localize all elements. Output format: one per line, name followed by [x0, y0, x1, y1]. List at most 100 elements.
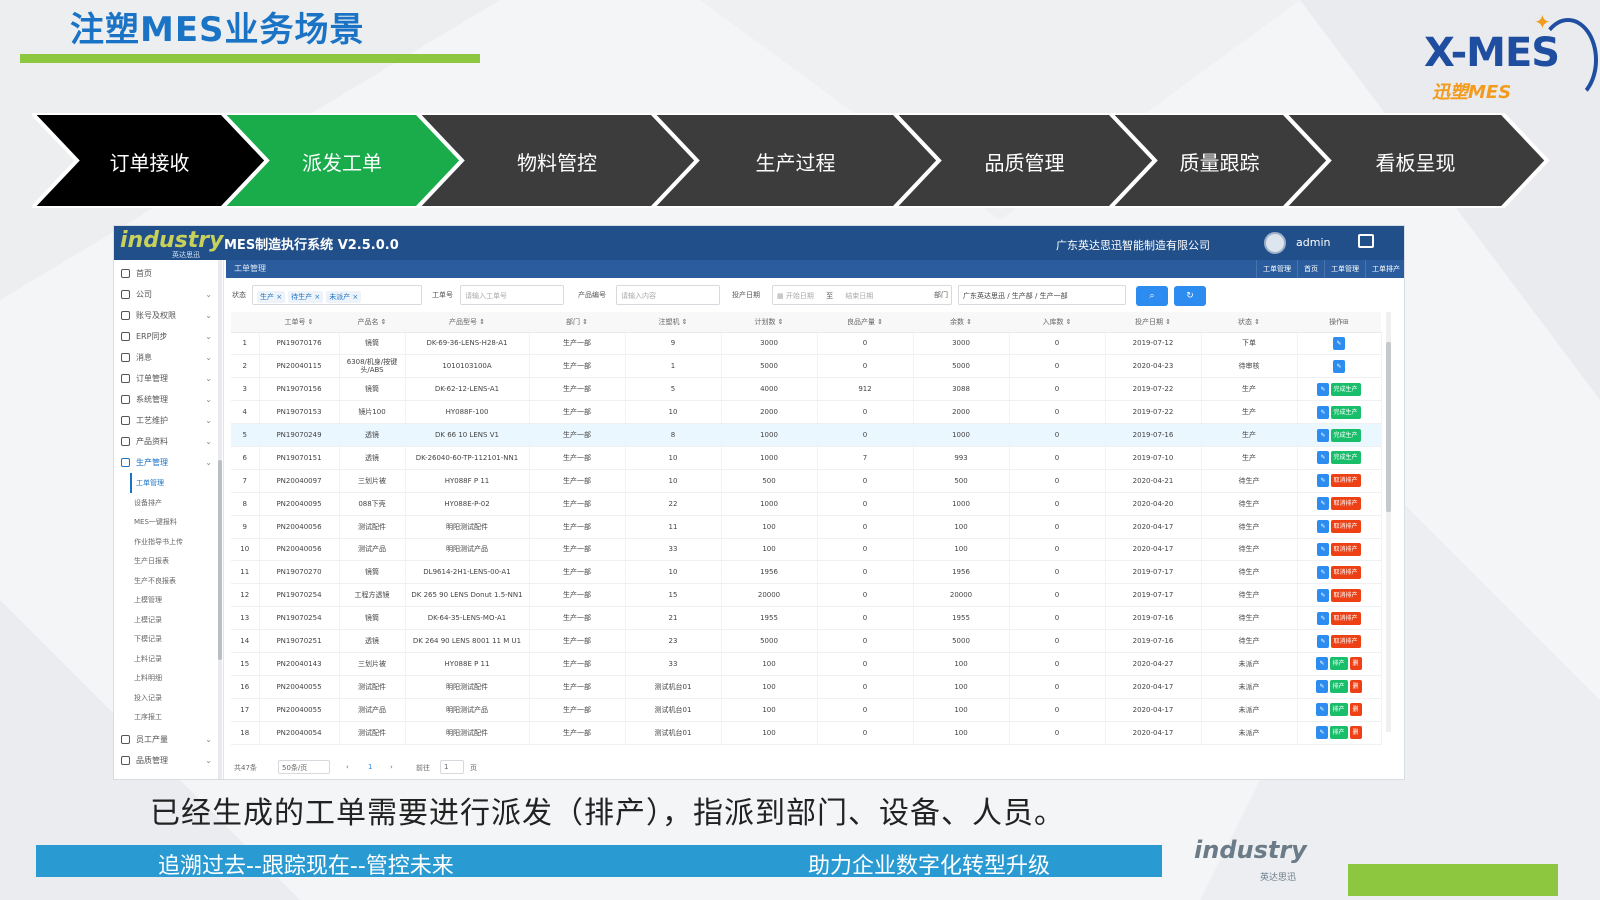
- column-header[interactable]: 产品名 ⇕: [339, 312, 405, 333]
- sidebar-item[interactable]: 生产管理 ⌄: [114, 452, 218, 473]
- sidebar-item[interactable]: 消息 ⌄: [114, 347, 218, 368]
- sidebar-item[interactable]: ERP同步 ⌄: [114, 326, 218, 347]
- action-button[interactable]: 取消排产: [1330, 611, 1361, 625]
- action-button[interactable]: 排产: [1329, 703, 1348, 717]
- column-header[interactable]: 注塑机 ⇕: [625, 312, 721, 333]
- action-button[interactable]: 完成生产: [1330, 382, 1361, 396]
- table-row[interactable]: 3 PN19070156 镜筒 DK-62-12-LENS-A1 生产一部 5 4000 91…: [231, 377, 1382, 402]
- table-row[interactable]: 7 PN20040097 三划片被 HY088F P 11 生产一部 10 500 0 500 0…: [231, 469, 1382, 493]
- sidebar-subitem[interactable]: 设备排产: [130, 493, 218, 513]
- sidebar-subitem[interactable]: 生产日报表: [130, 551, 218, 571]
- column-header[interactable]: 余数 ⇕: [913, 312, 1009, 333]
- edit-icon[interactable]: ✎: [1317, 520, 1329, 534]
- status-chip[interactable]: 生产 ×: [257, 291, 286, 303]
- column-header[interactable]: 操作⊞: [1297, 312, 1381, 333]
- work-order-link[interactable]: PN19070176: [259, 332, 340, 356]
- action-button[interactable]: 取消排产: [1330, 474, 1361, 488]
- action-button[interactable]: 取消排产: [1330, 542, 1361, 556]
- sidebar-subitem[interactable]: 工序报工: [130, 707, 218, 727]
- work-order-link[interactable]: PN20040143: [259, 652, 340, 676]
- work-order-link[interactable]: PN19070153: [259, 400, 340, 425]
- action-button[interactable]: 排产: [1329, 726, 1348, 740]
- table-scrollbar[interactable]: [1386, 312, 1391, 732]
- column-header[interactable]: 入库数 ⇕: [1009, 312, 1105, 333]
- status-chip[interactable]: 未派产 ×: [326, 291, 362, 303]
- machine-link[interactable]: 33: [625, 652, 722, 676]
- machine-link[interactable]: 测试机台01: [625, 675, 722, 699]
- work-order-link[interactable]: PN19070254: [259, 606, 340, 631]
- sidebar-item[interactable]: 首页: [114, 263, 218, 284]
- machine-link[interactable]: 21: [625, 606, 722, 631]
- edit-icon[interactable]: ✎: [1317, 611, 1329, 625]
- machine-link[interactable]: 22: [625, 492, 722, 516]
- machine-link[interactable]: 测试机台01: [625, 698, 722, 722]
- edit-icon[interactable]: ✎: [1317, 634, 1329, 648]
- action-button[interactable]: 删: [1349, 657, 1362, 671]
- avatar[interactable]: [1264, 232, 1286, 254]
- edit-icon[interactable]: ✎: [1317, 497, 1329, 511]
- sidebar-subitem[interactable]: 上料明细: [130, 668, 218, 688]
- sidebar-item[interactable]: 工艺维护 ⌄: [114, 410, 218, 431]
- sidebar-subitem[interactable]: MES一键报料: [130, 512, 218, 532]
- edit-icon[interactable]: ✎: [1316, 703, 1328, 717]
- sidebar-item[interactable]: 员工产量 ⌄: [114, 729, 218, 750]
- sidebar-subitem[interactable]: 上模管理: [130, 590, 218, 610]
- edit-icon[interactable]: ✎: [1333, 336, 1345, 350]
- machine-link[interactable]: 10: [625, 400, 722, 425]
- action-button[interactable]: 取消排产: [1330, 565, 1361, 579]
- search-button[interactable]: ⌕: [1136, 286, 1168, 306]
- table-row[interactable]: 13 PN19070254 镜筒 DK-64-35-LENS-MO-A1 生产一部 21 1…: [231, 606, 1382, 631]
- work-order-link[interactable]: PN20040056: [259, 538, 340, 562]
- page-size-select[interactable]: 50条/页: [278, 760, 330, 774]
- table-row[interactable]: 10 PN20040056 测试产品 明阳测试产品 生产一部 33 100 0 100 0 2020…: [231, 538, 1382, 562]
- sidebar-subitem[interactable]: 上料记录: [130, 649, 218, 669]
- page-number[interactable]: 1: [368, 763, 372, 771]
- machine-link[interactable]: 15: [625, 583, 722, 608]
- table-row[interactable]: 16 PN20040055 测试配件 明阳测试配件 生产一部 测试机台01 100 0 100 0…: [231, 675, 1382, 699]
- edit-icon[interactable]: ✎: [1333, 359, 1345, 373]
- action-button[interactable]: 删: [1349, 703, 1362, 717]
- machine-link[interactable]: 5: [625, 377, 722, 402]
- machine-link[interactable]: 10: [625, 446, 722, 470]
- sidebar-item[interactable]: 公司 ⌄: [114, 284, 218, 305]
- table-row[interactable]: 6 PN19070151 透镜 DK-26040-60-TP-112101-NN1 生产…: [231, 446, 1382, 470]
- wo-input[interactable]: 请输入工单号: [460, 285, 564, 305]
- table-row[interactable]: 9 PN20040056 测试配件 明阳测试配件 生产一部 11 100 0 100 0 2020-…: [231, 515, 1382, 539]
- edit-icon[interactable]: ✎: [1317, 451, 1329, 465]
- work-order-link[interactable]: PN20040055: [259, 675, 340, 699]
- work-order-link[interactable]: PN20040055: [259, 698, 340, 722]
- machine-link[interactable]: 33: [625, 538, 722, 562]
- action-button[interactable]: 取消排产: [1330, 497, 1361, 511]
- sidebar-subitem[interactable]: 生产不良报表: [130, 571, 218, 591]
- sidebar-subitem[interactable]: 上模记录: [130, 610, 218, 630]
- username[interactable]: admin: [1296, 236, 1330, 249]
- table-row[interactable]: 14 PN19070251 透镜 DK 264 90 LENS 8001 11 M U…: [231, 629, 1382, 653]
- action-button[interactable]: 排产: [1329, 657, 1348, 671]
- work-order-link[interactable]: PN20040056: [259, 515, 340, 539]
- machine-link[interactable]: 11: [625, 515, 722, 539]
- column-header[interactable]: 计划数 ⇕: [721, 312, 817, 333]
- edit-icon[interactable]: ✎: [1317, 428, 1329, 442]
- action-button[interactable]: 取消排产: [1330, 520, 1361, 534]
- action-button[interactable]: 删: [1349, 726, 1362, 740]
- edit-icon[interactable]: ✎: [1317, 588, 1329, 602]
- work-order-link[interactable]: PN20040115: [259, 354, 340, 379]
- sidebar-item[interactable]: 产品资料 ⌄: [114, 431, 218, 452]
- tab[interactable]: 工单管理: [1324, 260, 1365, 278]
- sidebar-scrollbar[interactable]: [218, 260, 222, 779]
- machine-link[interactable]: 23: [625, 629, 722, 653]
- table-row[interactable]: 5 PN19070249 透镜 DK 66 10 LENS V1 生产一部 8 1000 0 1…: [231, 423, 1382, 447]
- next-page-button[interactable]: ›: [390, 763, 393, 771]
- tab[interactable]: 工单排产: [1365, 260, 1404, 278]
- action-button[interactable]: 取消排产: [1330, 634, 1361, 648]
- work-order-link[interactable]: PN20040097: [259, 469, 340, 493]
- table-row[interactable]: 15 PN20040143 三划片被 HY088E P 11 生产一部 33 100 0 100…: [231, 652, 1382, 676]
- column-header[interactable]: 投产日期 ⇕: [1105, 312, 1201, 333]
- machine-link[interactable]: 8: [625, 423, 722, 447]
- date-range-picker[interactable]: ▦ 开始日期 至 结束日期: [772, 285, 952, 305]
- machine-link[interactable]: 测试机台01: [625, 721, 722, 745]
- action-button[interactable]: 删: [1349, 680, 1362, 694]
- edit-icon[interactable]: ✎: [1316, 657, 1328, 671]
- column-header[interactable]: 良品产量 ⇕: [817, 312, 913, 333]
- table-row[interactable]: 4 PN19070153 镜片100 HY088F-100 生产一部 10 2000 0 200…: [231, 400, 1382, 425]
